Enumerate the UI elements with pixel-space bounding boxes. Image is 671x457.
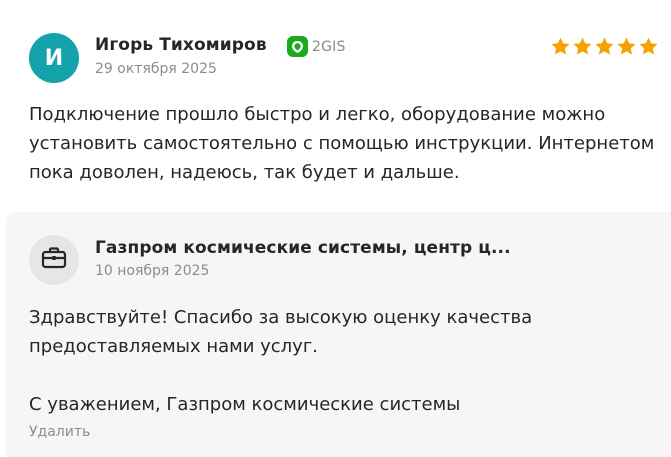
author-avatar[interactable]: И <box>29 33 79 83</box>
star-icon <box>573 37 592 55</box>
star-icon <box>551 37 570 55</box>
star-icon <box>617 37 636 55</box>
reply-signature: С уважением, Газпром космические системы <box>29 394 461 415</box>
source-label: 2GIS <box>312 38 346 55</box>
reply-date: 10 ноября 2025 <box>95 263 210 279</box>
business-name[interactable]: Газпром космические системы, центр ц... <box>95 238 511 258</box>
reply-spacer <box>29 361 649 390</box>
review-date: 29 октября 2025 <box>95 61 217 77</box>
reply-text: Здравствуйте! Спасибо за высокую оценку … <box>29 303 649 419</box>
star-rating <box>550 36 659 57</box>
delete-button[interactable]: Удалить <box>29 424 90 440</box>
star-icon <box>595 37 614 55</box>
author-name[interactable]: Игорь Тихомиров <box>95 35 267 55</box>
business-avatar <box>29 235 79 285</box>
review-card: И Игорь Тихомиров 2GIS 29 октября 2025 П… <box>0 0 671 457</box>
business-reply: Газпром космические системы, центр ц... … <box>6 212 671 457</box>
briefcase-icon <box>41 247 67 273</box>
reply-greeting: Здравствуйте! Спасибо за высокую оценку … <box>29 307 533 357</box>
2gis-leaf-icon <box>287 36 308 57</box>
star-icon <box>639 37 658 55</box>
review-text: Подключение прошло быстро и легко, обору… <box>29 104 655 183</box>
source-badge: 2GIS <box>287 36 346 57</box>
